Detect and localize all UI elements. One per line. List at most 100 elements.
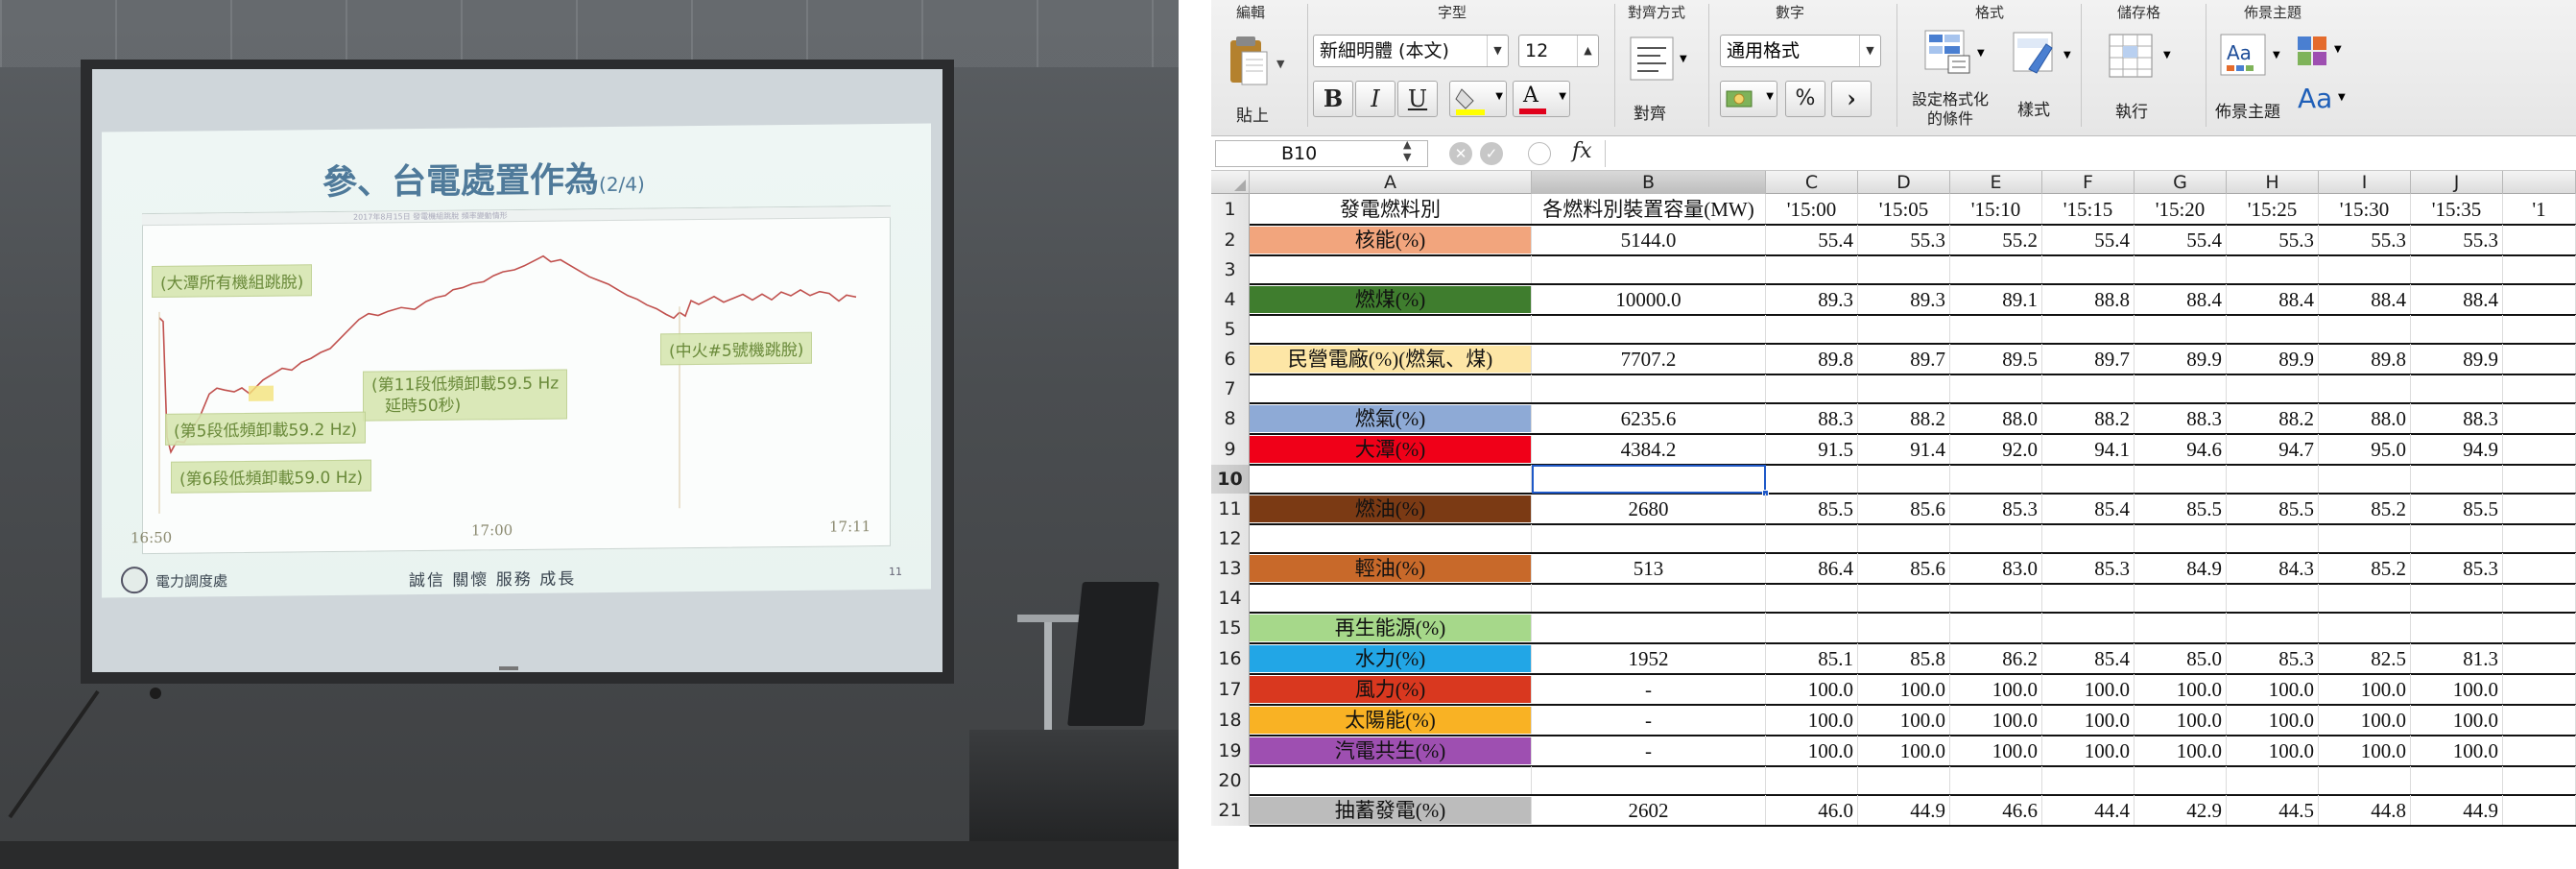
row-header-3[interactable]: 3 xyxy=(1211,255,1250,284)
cell-f18[interactable]: 100.0 xyxy=(2042,705,2135,736)
cell-f17[interactable]: 100.0 xyxy=(2042,674,2135,705)
cell-g14[interactable] xyxy=(2135,584,2227,613)
font-size-select[interactable]: 12 ▲ xyxy=(1518,35,1599,67)
row-header-18[interactable]: 18 xyxy=(1211,705,1250,736)
cell-f9[interactable]: 94.1 xyxy=(2042,434,2135,465)
cell-c1[interactable]: '15:00 xyxy=(1766,194,1858,225)
cell-d7[interactable] xyxy=(1858,374,1950,403)
cell-j7[interactable] xyxy=(2411,374,2503,403)
cell-b15[interactable] xyxy=(1532,613,1766,643)
comma-button[interactable]: › xyxy=(1831,81,1872,117)
cell-k7[interactable] xyxy=(2503,374,2576,403)
italic-button[interactable]: I xyxy=(1355,81,1395,117)
cell-b3[interactable] xyxy=(1532,255,1766,284)
cell-a2[interactable]: 核能(%) xyxy=(1250,227,1532,253)
cell-g10[interactable] xyxy=(2135,465,2227,494)
fill-color-button[interactable]: ▼ xyxy=(1449,81,1507,117)
cell-j4[interactable]: 88.4 xyxy=(2411,284,2503,315)
cell-a4[interactable]: 燃煤(%) xyxy=(1250,286,1532,313)
cell-k14[interactable] xyxy=(2503,584,2576,613)
cell-h3[interactable] xyxy=(2227,255,2319,284)
cell-b4[interactable]: 10000.0 xyxy=(1532,284,1766,315)
cell-e20[interactable] xyxy=(1950,766,2042,795)
cell-f16[interactable]: 85.4 xyxy=(2042,643,2135,674)
cell-d3[interactable] xyxy=(1858,255,1950,284)
cell-d10[interactable] xyxy=(1858,465,1950,494)
cell-e7[interactable] xyxy=(1950,374,2042,403)
cell-d14[interactable] xyxy=(1858,584,1950,613)
cell-d20[interactable] xyxy=(1858,766,1950,795)
function-wizard-icon[interactable] xyxy=(1528,142,1551,165)
cell-h1[interactable]: '15:25 xyxy=(2227,194,2319,225)
cell-c15[interactable] xyxy=(1766,613,1858,643)
row-header-16[interactable]: 16 xyxy=(1211,643,1250,674)
cell-e11[interactable]: 85.3 xyxy=(1950,494,2042,524)
cell-g2[interactable]: 55.4 xyxy=(2135,225,2227,255)
cell-b5[interactable] xyxy=(1532,315,1766,344)
cell-k13[interactable] xyxy=(2503,553,2576,584)
cell-b8[interactable]: 6235.6 xyxy=(1532,403,1766,434)
cell-f8[interactable]: 88.2 xyxy=(2042,403,2135,434)
cell-f11[interactable]: 85.4 xyxy=(2042,494,2135,524)
cell-d2[interactable]: 55.3 xyxy=(1858,225,1950,255)
cell-a16[interactable]: 水力(%) xyxy=(1250,645,1532,672)
cell-g6[interactable]: 89.9 xyxy=(2135,344,2227,374)
cell-a17[interactable]: 風力(%) xyxy=(1250,676,1532,703)
cell-c6[interactable]: 89.8 xyxy=(1766,344,1858,374)
cell-g7[interactable] xyxy=(2135,374,2227,403)
cell-h16[interactable]: 85.3 xyxy=(2227,643,2319,674)
cell-h10[interactable] xyxy=(2227,465,2319,494)
cell-a18[interactable]: 太陽能(%) xyxy=(1250,707,1532,734)
row-header-14[interactable]: 14 xyxy=(1211,584,1250,613)
cell-i12[interactable] xyxy=(2319,524,2411,553)
cell-i11[interactable]: 85.2 xyxy=(2319,494,2411,524)
cell-b11[interactable]: 2680 xyxy=(1532,494,1766,524)
cell-c16[interactable]: 85.1 xyxy=(1766,643,1858,674)
cell-k1[interactable]: '1 xyxy=(2503,194,2576,225)
cell-j20[interactable] xyxy=(2411,766,2503,795)
cell-e16[interactable]: 86.2 xyxy=(1950,643,2042,674)
cell-k5[interactable] xyxy=(2503,315,2576,344)
cell-a15[interactable]: 再生能源(%) xyxy=(1250,615,1532,641)
enter-icon[interactable]: ✓ xyxy=(1480,142,1503,165)
cell-d9[interactable]: 91.4 xyxy=(1858,434,1950,465)
cell-a7[interactable] xyxy=(1250,374,1532,403)
column-header-d[interactable]: D xyxy=(1858,171,1950,194)
cell-i5[interactable] xyxy=(2319,315,2411,344)
cell-j8[interactable]: 88.3 xyxy=(2411,403,2503,434)
underline-button[interactable]: U xyxy=(1397,81,1438,117)
percent-button[interactable]: % xyxy=(1785,81,1825,117)
cell-h18[interactable]: 100.0 xyxy=(2227,705,2319,736)
cell-d11[interactable]: 85.6 xyxy=(1858,494,1950,524)
cell-j16[interactable]: 81.3 xyxy=(2411,643,2503,674)
cell-c5[interactable] xyxy=(1766,315,1858,344)
cell-d8[interactable]: 88.2 xyxy=(1858,403,1950,434)
cell-c12[interactable] xyxy=(1766,524,1858,553)
row-header-20[interactable]: 20 xyxy=(1211,766,1250,795)
cell-d18[interactable]: 100.0 xyxy=(1858,705,1950,736)
cell-g20[interactable] xyxy=(2135,766,2227,795)
bold-button[interactable]: B xyxy=(1313,81,1353,117)
column-header-e[interactable]: E xyxy=(1950,171,2042,194)
cell-d19[interactable]: 100.0 xyxy=(1858,736,1950,766)
row-header-7[interactable]: 7 xyxy=(1211,374,1250,403)
row-header-15[interactable]: 15 xyxy=(1211,613,1250,643)
styles-button[interactable]: ▼ 樣式 xyxy=(2000,29,2077,131)
cell-d13[interactable]: 85.6 xyxy=(1858,553,1950,584)
cell-b13[interactable]: 513 xyxy=(1532,553,1766,584)
column-header-h[interactable]: H xyxy=(2227,171,2319,194)
cell-f3[interactable] xyxy=(2042,255,2135,284)
cell-i16[interactable]: 82.5 xyxy=(2319,643,2411,674)
cell-g19[interactable]: 100.0 xyxy=(2135,736,2227,766)
cell-e18[interactable]: 100.0 xyxy=(1950,705,2042,736)
cell-a6[interactable]: 民營電廠(%)(燃氣、煤) xyxy=(1250,346,1532,373)
cell-i2[interactable]: 55.3 xyxy=(2319,225,2411,255)
cell-g9[interactable]: 94.6 xyxy=(2135,434,2227,465)
cell-c10[interactable] xyxy=(1766,465,1858,494)
cell-f4[interactable]: 88.8 xyxy=(2042,284,2135,315)
cell-c9[interactable]: 91.5 xyxy=(1766,434,1858,465)
cell-g17[interactable]: 100.0 xyxy=(2135,674,2227,705)
cell-h17[interactable]: 100.0 xyxy=(2227,674,2319,705)
cell-a20[interactable] xyxy=(1250,766,1532,795)
cell-e4[interactable]: 89.1 xyxy=(1950,284,2042,315)
